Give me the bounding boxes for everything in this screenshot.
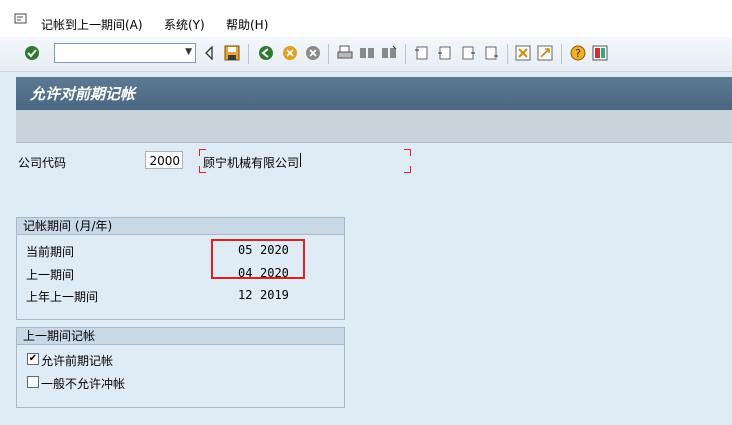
back-icon[interactable]: [258, 45, 274, 61]
page-title: 允许对前期记帐: [30, 85, 136, 103]
prior-year-period-month: 12: [238, 288, 253, 302]
application-toolbar: [16, 110, 732, 143]
menu-bar: 记帐到上一期间(A) 系统(Y) 帮助(H): [0, 0, 732, 38]
command-input[interactable]: [55, 44, 179, 60]
menu-post-previous-period[interactable]: 记帐到上一期间(A): [41, 16, 143, 33]
prev-page-icon[interactable]: [437, 45, 453, 61]
find-next-icon[interactable]: [381, 45, 397, 61]
print-icon[interactable]: [337, 45, 353, 61]
find-icon[interactable]: [359, 45, 375, 61]
toolbar-separator: [507, 44, 508, 64]
last-page-icon[interactable]: [483, 45, 499, 61]
exit-icon[interactable]: [282, 45, 298, 61]
help-icon[interactable]: ?: [570, 45, 586, 61]
back-arrow-icon[interactable]: [204, 46, 214, 60]
enter-icon[interactable]: [24, 45, 40, 61]
menu-help[interactable]: 帮助(H): [226, 16, 268, 33]
previous-period-label: 上一期间: [26, 268, 75, 282]
save-icon[interactable]: [224, 45, 240, 61]
toolbar-separator: [561, 44, 562, 64]
command-field[interactable]: ▼: [54, 43, 196, 63]
highlight-box: [211, 239, 305, 279]
prior-year-period-label: 上年上一期间: [26, 290, 99, 304]
toolbar-separator: [248, 44, 249, 64]
menu-system[interactable]: 系统(Y): [164, 16, 205, 33]
highlight-corner: [404, 166, 411, 173]
chevron-down-icon[interactable]: ▼: [185, 47, 192, 57]
first-page-icon[interactable]: [414, 45, 430, 61]
company-code-label: 公司代码: [18, 156, 67, 170]
text-cursor: [300, 153, 301, 167]
company-name: 顾宁机械有限公司: [203, 156, 300, 170]
prior-year-period-year: 2019: [260, 288, 289, 302]
previous-period-posting-heading: 上一期间记帐: [17, 328, 344, 345]
check-icon: ✔: [28, 353, 38, 364]
menu-icon[interactable]: [14, 13, 28, 26]
toolbar-separator: [328, 44, 329, 64]
allow-prior-period-checkbox[interactable]: ✔: [27, 353, 39, 365]
svg-text:?: ?: [575, 47, 581, 60]
no-reversal-label: 一般不允许冲帐: [41, 377, 126, 391]
no-reversal-checkbox[interactable]: [27, 376, 39, 388]
title-bar: 允许对前期记帐: [16, 77, 732, 110]
toolbar-separator: [405, 44, 406, 64]
company-code-field[interactable]: 2000: [145, 151, 183, 169]
customize-icon[interactable]: [592, 45, 608, 61]
allow-prior-period-label: 允许前期记帐: [41, 354, 114, 368]
new-session-icon[interactable]: [515, 45, 531, 61]
next-page-icon[interactable]: [460, 45, 476, 61]
highlight-corner: [404, 149, 411, 156]
posting-period-heading: 记帐期间 (月/年): [17, 218, 344, 235]
current-period-label: 当前期间: [26, 245, 75, 259]
shortcut-icon[interactable]: [537, 45, 553, 61]
cancel-icon[interactable]: [305, 45, 321, 61]
